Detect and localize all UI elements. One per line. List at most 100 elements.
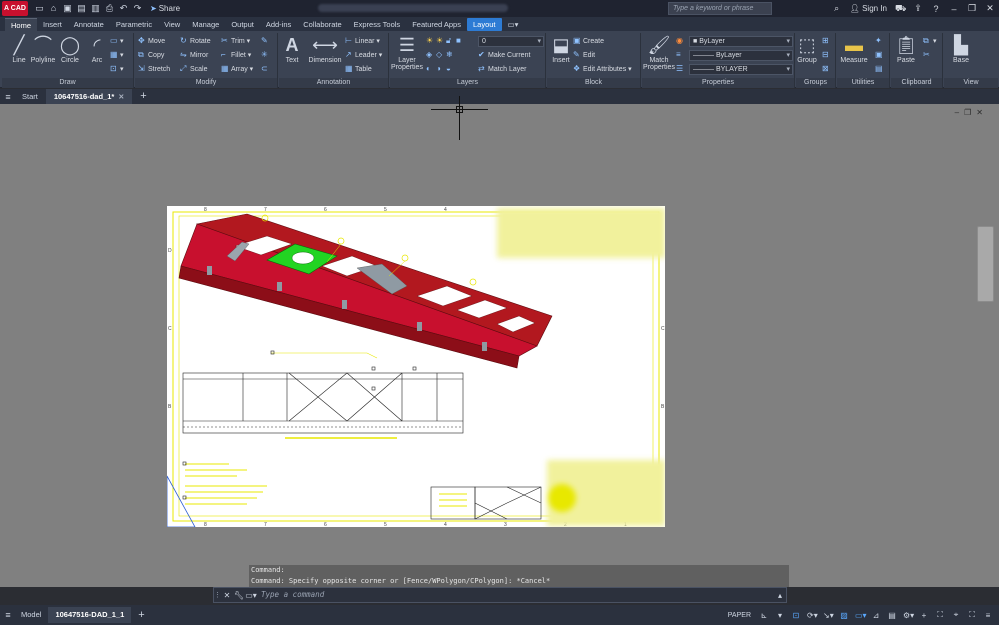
tab-manage[interactable]: Manage	[186, 18, 225, 31]
command-line-grip-icon[interactable]: ⋮	[214, 591, 221, 599]
base-button[interactable]: ▙ Base	[944, 33, 978, 64]
layer-dropdown[interactable]: 0	[478, 36, 544, 47]
isolate-objects-icon[interactable]: ⛶	[935, 610, 945, 620]
lineweight-toggle-icon[interactable]: ▭▾	[855, 611, 867, 620]
panel-title-utilities[interactable]: Utilities	[837, 78, 889, 88]
leader-button[interactable]: ↗ Leader ▾	[345, 49, 382, 61]
tab-insert[interactable]: Insert	[37, 18, 68, 31]
quick-select-icon[interactable]: ✦	[875, 35, 885, 47]
layer-properties-button[interactable]: ☰ Layer Properties	[390, 33, 424, 71]
tab-parametric[interactable]: Parametric	[110, 18, 158, 31]
linetype-dropdown[interactable]: ——— ByLayer	[689, 50, 793, 61]
panel-title-block[interactable]: Block	[547, 78, 640, 88]
panel-title-view[interactable]: View	[944, 78, 998, 88]
customization-icon[interactable]: ≡	[983, 611, 993, 620]
move-button[interactable]: ✥ Move	[138, 35, 165, 47]
tab-layout[interactable]: Layout	[466, 18, 502, 31]
copy-clip-icon[interactable]: ⧉ ▾	[923, 35, 937, 47]
layout-tabs-menu-icon[interactable]: ≡	[2, 610, 14, 620]
arc-button[interactable]: ◜ Arc	[80, 33, 114, 64]
tab-layout-sheet[interactable]: 10647516-DAD_1_1	[48, 607, 132, 623]
rotate-button[interactable]: ↻ Rotate	[180, 35, 211, 47]
tab-annotate[interactable]: Annotate	[68, 18, 110, 31]
text-button[interactable]: A Text	[275, 33, 309, 64]
hatch-button[interactable]: ▦ ▾	[110, 49, 124, 61]
viewport-close-icon[interactable]: ✕	[976, 108, 983, 117]
panel-title-clipboard[interactable]: Clipboard	[891, 78, 942, 88]
undo-icon[interactable]: ↶	[118, 3, 129, 14]
color-dropdown[interactable]: ■ ByLayer	[689, 36, 793, 47]
calculator-icon[interactable]: ▤	[875, 63, 885, 75]
panel-title-modify[interactable]: Modify	[135, 78, 277, 88]
explode-button[interactable]: ✳	[261, 49, 271, 61]
tab-output[interactable]: Output	[225, 18, 260, 31]
hardware-acceleration-icon[interactable]: ⌖	[951, 610, 961, 620]
restore-icon[interactable]: ❐	[967, 3, 977, 14]
app-logo[interactable]: A CAD	[2, 1, 28, 16]
minimize-icon[interactable]: –	[949, 4, 959, 14]
copy-button[interactable]: ⧉ Copy	[138, 49, 164, 61]
panel-title-annotation[interactable]: Annotation	[279, 78, 388, 88]
rectangle-button[interactable]: ▭ ▾	[110, 35, 124, 47]
cut-icon[interactable]: ✂	[923, 49, 933, 61]
file-tabs-menu-icon[interactable]: ≡	[2, 92, 14, 102]
object-snap-icon[interactable]: ▨	[839, 611, 849, 620]
layer-walk-icons[interactable]: ◐ ◑ ◒	[426, 63, 456, 75]
layer-state-icons[interactable]: ☀ ☀ 🔓︎ ■	[426, 35, 466, 47]
clean-screen-icon[interactable]: ⛶	[967, 610, 977, 620]
mirror-button[interactable]: ⇋ Mirror	[180, 49, 208, 61]
share-button[interactable]: ➤ Share	[150, 4, 180, 13]
quick-properties-icon[interactable]: ▤	[887, 611, 897, 620]
erase-button[interactable]: ✎	[261, 35, 271, 47]
region-button[interactable]: ⊡ ▾	[110, 63, 124, 75]
search-icon[interactable]: ⌕	[832, 3, 842, 14]
lineweight-dropdown[interactable]: ——— BYLAYER	[689, 64, 793, 75]
measure-button[interactable]: ▬ Measure	[837, 33, 871, 64]
tab-drawing[interactable]: 10647516-dad_1* ✕	[45, 89, 133, 104]
tab-home[interactable]: Home	[5, 18, 38, 31]
group-edit-icon[interactable]: ⊟	[822, 49, 832, 61]
polar-icon[interactable]: ⟳▾	[807, 611, 818, 620]
panel-title-groups[interactable]: Groups	[796, 78, 835, 88]
communication-icon[interactable]: ⇪	[913, 3, 923, 14]
make-current-button[interactable]: ✔ Make Current	[478, 49, 530, 61]
tab-view[interactable]: View	[158, 18, 186, 31]
match-layer-button[interactable]: ⇄ Match Layer	[478, 63, 527, 75]
paper-space-toggle[interactable]: PAPER	[728, 612, 751, 619]
create-block-button[interactable]: ▣ Create	[573, 35, 604, 47]
table-button[interactable]: ▦ Table	[345, 63, 372, 75]
panel-title-layers[interactable]: Layers	[390, 78, 545, 88]
edit-block-button[interactable]: ✎ Edit	[573, 49, 595, 61]
tab-collaborate[interactable]: Collaborate	[297, 18, 347, 31]
tab-start[interactable]: Start	[14, 89, 46, 104]
save-as-icon[interactable]: ▤	[76, 3, 87, 14]
ribbon-options-icon[interactable]: ▭▾	[502, 18, 525, 31]
recent-commands-icon[interactable]: ▭▾	[245, 591, 257, 600]
snap-dropdown-icon[interactable]: ▾	[775, 611, 785, 620]
select-all-icon[interactable]: ▣	[875, 49, 885, 61]
scale-button[interactable]: ⤢ Scale	[180, 63, 208, 75]
cart-icon[interactable]: ⛟	[895, 3, 906, 15]
sign-in-button[interactable]: 👤︎ Sign In	[850, 4, 887, 13]
isodraft-icon[interactable]: ↘▾	[823, 611, 834, 620]
save-icon[interactable]: ▣	[62, 3, 73, 14]
ortho-icon[interactable]: ⊡	[791, 611, 801, 620]
snap-icon[interactable]: ⊾	[759, 611, 769, 620]
redo-icon[interactable]: ↷	[132, 3, 143, 14]
new-tab-icon[interactable]: +	[132, 89, 154, 104]
layout-sheet[interactable]: 8 7 6 5 4 8 7 6 5 4 3 2 1 D C B B C	[167, 206, 665, 527]
match-properties-button[interactable]: 🖌︎ Match Properties	[642, 33, 676, 71]
tab-featured-apps[interactable]: Featured Apps	[406, 18, 467, 31]
command-input[interactable]: Type a command	[261, 589, 774, 601]
add-layout-icon[interactable]: +	[131, 607, 151, 623]
trim-button[interactable]: ✂ Trim ▾	[221, 35, 250, 47]
ungroup-icon[interactable]: ⊞	[822, 35, 832, 47]
customize-icon[interactable]: 🔧︎	[233, 591, 245, 600]
annotation-scale-icon[interactable]: ⊿	[871, 611, 881, 620]
panel-title-draw[interactable]: Draw	[2, 78, 133, 88]
help-icon[interactable]: ?	[931, 4, 941, 14]
command-expand-icon[interactable]: ▴	[774, 591, 786, 600]
print-icon[interactable]: ⎙	[104, 3, 115, 14]
tab-model[interactable]: Model	[14, 607, 48, 623]
group-button[interactable]: ⬚ Group	[790, 33, 824, 64]
